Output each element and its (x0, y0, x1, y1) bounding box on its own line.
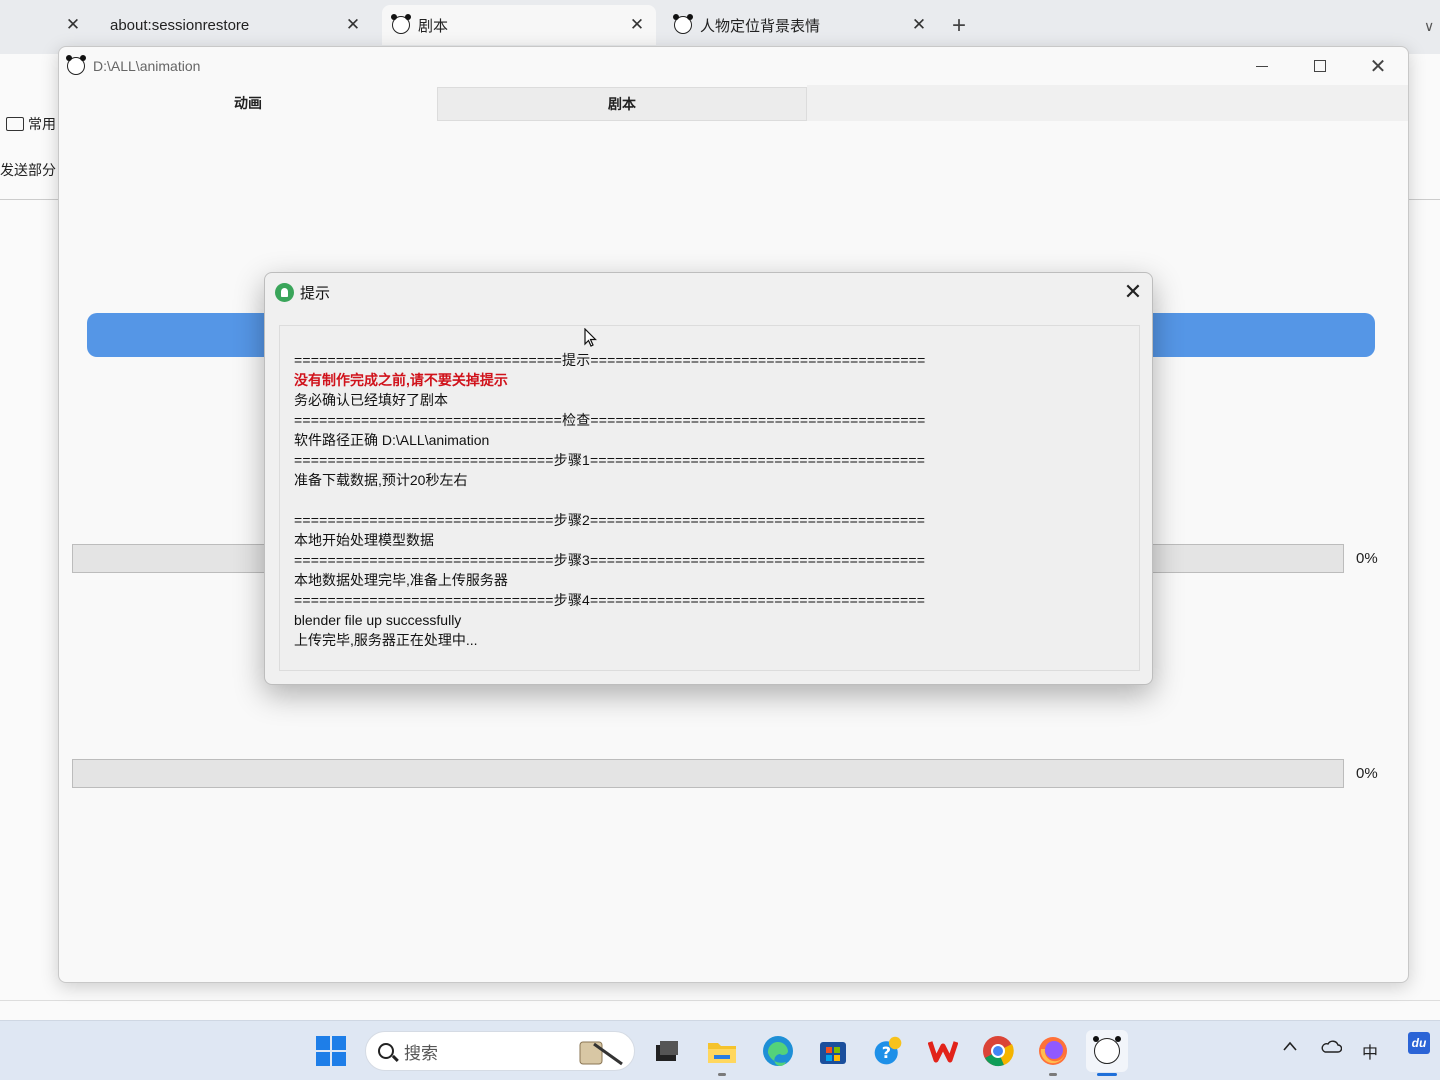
svg-text:?: ? (882, 1043, 891, 1062)
task-view-icon[interactable] (650, 1035, 682, 1067)
tab-script[interactable]: 剧本 (437, 87, 807, 121)
panda-icon (1093, 1036, 1121, 1064)
panda-favicon-icon (673, 14, 693, 34)
app-title: D:\ALL\animation (93, 58, 201, 74)
maximize-icon (1314, 60, 1326, 72)
tab-animation[interactable]: 动画 (59, 85, 437, 121)
log-line: 软件路径正确 D:\ALL\animation (294, 432, 490, 448)
maximize-button[interactable] (1300, 53, 1340, 79)
progress-percent: 0% (1356, 765, 1378, 782)
search-highlight-icon (579, 1041, 623, 1066)
log-separator-line: ===============================步骤2======… (294, 512, 926, 528)
close-dialog-button[interactable]: ✕ (1120, 279, 1146, 305)
dialog-titlebar[interactable]: 提示 (275, 282, 330, 303)
bookmark-folder[interactable]: 常用 (6, 114, 56, 134)
firefox-icon[interactable] (1037, 1035, 1069, 1067)
log-line: 准备下载数据,预计20秒左右 (294, 472, 468, 488)
onedrive-icon[interactable] (1320, 1039, 1343, 1058)
divider (1408, 199, 1440, 200)
log-line: blender file up successfully (294, 612, 462, 628)
taskbar-search[interactable]: 搜索 (365, 1031, 635, 1071)
search-placeholder: 搜索 (404, 1043, 438, 1063)
panda-app-icon[interactable] (1086, 1030, 1128, 1072)
close-icon[interactable]: ✕ (908, 14, 930, 36)
taskbar: 搜索 ? 中 du (0, 1020, 1440, 1080)
tab-label: about:sessionrestore (110, 16, 250, 34)
minimize-button[interactable] (1242, 53, 1282, 79)
wps-icon[interactable] (927, 1035, 959, 1067)
minimize-icon (1256, 65, 1268, 67)
baidu-icon[interactable]: du (1408, 1032, 1430, 1054)
log-separator-line: ===============================步骤3======… (294, 552, 926, 568)
log-warning-line: 没有制作完成之前,请不要关掉提示 (294, 372, 508, 388)
close-icon[interactable]: ✕ (342, 14, 364, 36)
app-logo-icon (275, 283, 294, 302)
log-separator-line: ================================提示======… (294, 352, 926, 368)
bookmark-folder-label: 常用 (28, 116, 56, 132)
background-text: 发送部分 (0, 162, 56, 178)
active-indicator (1097, 1073, 1117, 1076)
tab-sessionrestore[interactable]: about:sessionrestore ✕ (98, 5, 370, 45)
start-icon[interactable] (315, 1035, 347, 1067)
tab-label: 剧本 (418, 17, 449, 35)
new-tab-button[interactable]: + (952, 14, 966, 38)
chrome-icon[interactable] (982, 1035, 1014, 1067)
tab-bar-filler (807, 85, 1408, 121)
close-window-button[interactable]: ✕ (1358, 53, 1398, 79)
close-icon[interactable]: ✕ (626, 14, 648, 36)
app-titlebar[interactable]: D:\ALL\animation (59, 47, 1408, 85)
log-separator-line: ===============================步骤4======… (294, 592, 926, 608)
help-icon[interactable]: ? (872, 1035, 904, 1067)
app-tab-bar: 动画 剧本 (59, 85, 1408, 121)
log-separator-line: ================================检查======… (294, 412, 926, 428)
tab-close-leading[interactable]: ✕ (62, 5, 86, 45)
store-icon[interactable] (817, 1035, 849, 1067)
log-line: 上传完毕,服务器正在处理中... (294, 632, 478, 648)
log-line: 本地开始处理模型数据 (294, 532, 434, 548)
progress-bar (72, 759, 1344, 788)
log-separator-line: ===============================步骤1======… (294, 452, 926, 468)
divider (0, 199, 60, 200)
edge-icon[interactable] (762, 1035, 794, 1067)
tab-script[interactable]: 剧本 ✕ (382, 5, 656, 45)
dialog-log-text: ================================提示======… (279, 325, 1140, 671)
notice-dialog: 提示 ✕ ================================提示=… (264, 272, 1153, 685)
running-indicator (1049, 1073, 1057, 1076)
tab-label: 人物定位背景表情 (700, 17, 821, 35)
tab-character-positioning[interactable]: 人物定位背景表情 ✕ (664, 5, 938, 45)
panda-app-icon (66, 55, 86, 75)
search-icon (378, 1043, 394, 1059)
panda-favicon-icon (391, 14, 411, 34)
running-indicator (718, 1073, 726, 1076)
dialog-title: 提示 (300, 285, 331, 302)
chevron-up-icon[interactable] (1282, 1039, 1298, 1057)
close-icon[interactable]: ✕ (62, 14, 84, 36)
file-explorer-icon[interactable] (706, 1035, 738, 1067)
progress-percent: 0% (1356, 550, 1378, 567)
folder-icon (6, 117, 24, 131)
log-line: 务必确认已经填好了剧本 (294, 392, 448, 408)
tab-list-chevron-icon[interactable]: ∨ (1424, 18, 1434, 35)
divider (0, 1000, 1440, 1001)
ime-icon[interactable]: 中 (1362, 1039, 1378, 1063)
log-line: 本地数据处理完毕,准备上传服务器 (294, 572, 508, 588)
